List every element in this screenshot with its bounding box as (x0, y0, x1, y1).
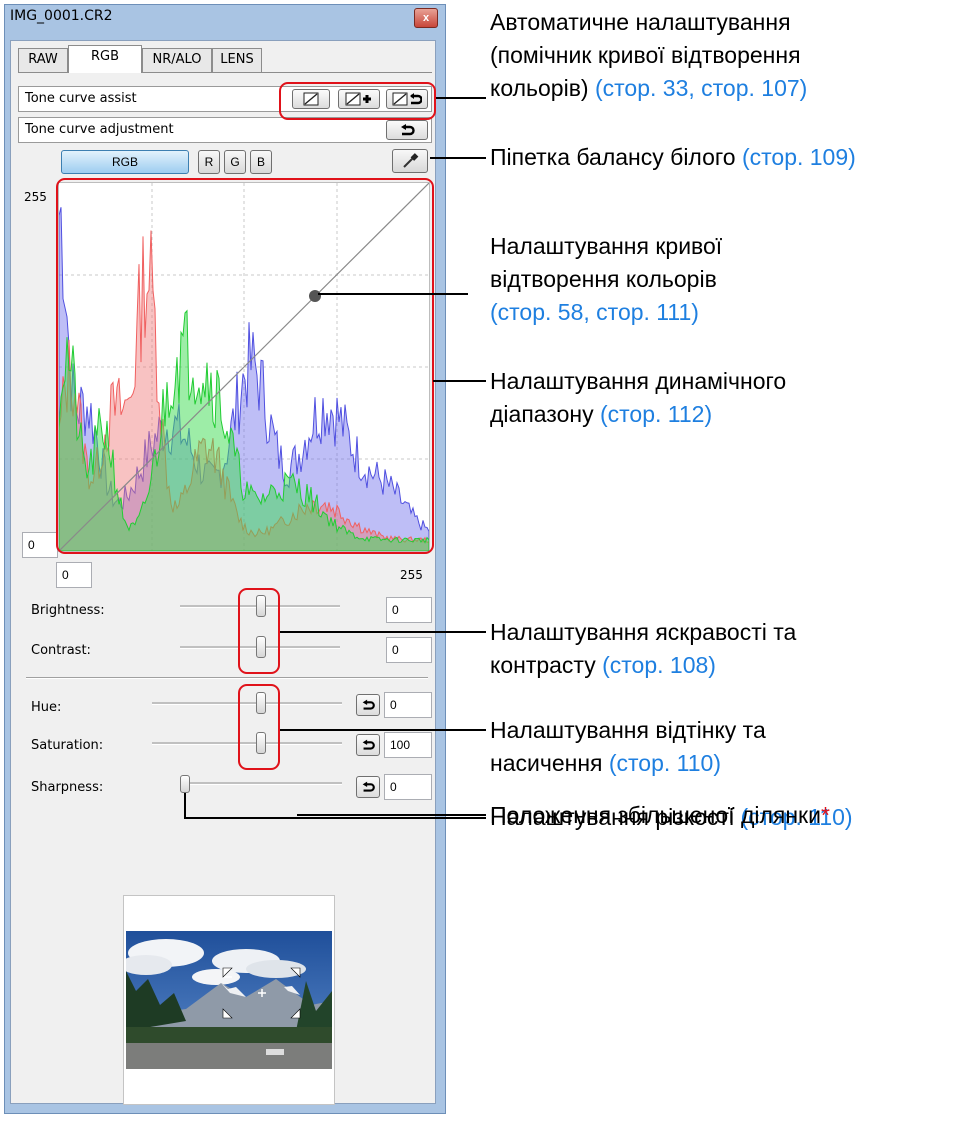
sharpness-reset-button[interactable] (356, 776, 380, 798)
brightness-value[interactable]: 0 (386, 597, 432, 623)
saturation-label: Saturation: (31, 738, 104, 753)
undo-icon (362, 699, 375, 710)
graph-y-max: 255 (24, 190, 47, 204)
annotation-tone-curve: Налаштування кривої відтворення кольорів… (490, 230, 722, 329)
leader-magnified (297, 814, 486, 816)
annotation-white-balance-text: Піпетка балансу білого (490, 144, 742, 170)
annotation-white-balance-link[interactable]: (стор. 109) (742, 144, 856, 170)
leader-brightness (280, 631, 486, 633)
leader-dynamic-range (433, 380, 486, 382)
undo-icon (401, 124, 415, 136)
hue-reset-button[interactable] (356, 694, 380, 716)
eyedropper-button[interactable] (392, 149, 428, 173)
annotation-white-balance: Піпетка балансу білого (стор. 109) (490, 141, 856, 174)
tone-curve-adjustment-label: Tone curve adjustment (25, 122, 174, 137)
hue-value[interactable]: 0 (384, 692, 432, 718)
sharpness-value[interactable]: 0 (384, 774, 432, 800)
saturation-value[interactable]: 100 (384, 732, 432, 758)
tab-raw[interactable]: RAW (18, 48, 68, 72)
window-title: IMG_0001.CR2 (10, 8, 113, 24)
tab-nr-alo[interactable]: NR/ALO (142, 48, 212, 72)
annotation-hue-saturation: Налаштування відтінку та насичення (стор… (490, 714, 766, 780)
annotation-curve-assist: Автоматичне налаштування (помічник криво… (490, 6, 807, 105)
landscape-image (126, 931, 332, 1069)
graph-x-max: 255 (400, 568, 423, 582)
leader-curve-assist (436, 97, 486, 99)
sharpness-label: Sharpness: (31, 780, 104, 795)
graph-x-min[interactable]: 0 (56, 562, 92, 588)
annotation-magnified-area-star: * (820, 802, 830, 828)
tab-rgb[interactable]: RGB (68, 45, 142, 73)
leader-sharpness-v (184, 793, 186, 818)
undo-icon (362, 781, 375, 792)
annotation-magnified-area: Положення збільшеної ділянки* (490, 799, 830, 832)
tone-curve-reset-button[interactable] (386, 120, 428, 140)
channel-r-button[interactable]: R (198, 150, 220, 174)
annotation-hue-saturation-link[interactable]: (стор. 110) (609, 750, 721, 776)
saturation-reset-button[interactable] (356, 734, 380, 756)
highlight-brightness-contrast (238, 588, 280, 674)
highlight-curve-graph (56, 178, 434, 554)
close-button[interactable]: x (414, 8, 438, 28)
annotation-brightness-contrast: Налаштування яскравості та контрасту (ст… (490, 616, 796, 682)
navigator-thumbnail[interactable] (126, 931, 332, 1069)
annotation-brightness-contrast-link[interactable]: (стор. 108) (602, 652, 716, 678)
tone-curve-adjustment-row: Tone curve adjustment (18, 117, 432, 143)
contrast-label: Contrast: (31, 643, 91, 658)
graph-y-min[interactable]: 0 (22, 532, 58, 558)
eyedropper-icon (403, 153, 419, 168)
sharpness-track[interactable] (180, 782, 342, 785)
annotation-dynamic-range-link[interactable]: (стор. 112) (600, 401, 712, 427)
leader-sharpness-h (184, 817, 486, 819)
annotation-dynamic-range: Налаштування динамічного діапазону (стор… (490, 365, 786, 431)
annotation-magnified-area-text: Положення збільшеної ділянки (490, 802, 821, 828)
slider-separator (26, 677, 428, 679)
leader-white-balance (430, 157, 486, 159)
annotation-curve-assist-link[interactable]: (стор. 33, стор. 107) (595, 75, 807, 101)
highlight-hue-saturation (238, 684, 280, 770)
sharpness-thumb[interactable] (180, 775, 190, 793)
annotation-tone-curve-text: Налаштування кривої відтворення кольорів (490, 233, 723, 292)
channel-b-button[interactable]: B (250, 150, 272, 174)
hue-label: Hue: (31, 700, 62, 715)
contrast-value[interactable]: 0 (386, 637, 432, 663)
leader-hue (280, 729, 486, 731)
brightness-label: Brightness: (31, 603, 105, 618)
channel-g-button[interactable]: G (224, 150, 246, 174)
annotation-tone-curve-link[interactable]: (стор. 58, стор. 111) (490, 299, 699, 325)
highlight-curve-assist (279, 82, 436, 120)
undo-icon (362, 739, 375, 750)
leader-tone-curve-h (318, 293, 468, 295)
tone-curve-assist-label: Tone curve assist (25, 91, 137, 106)
channel-rgb-button[interactable]: RGB (61, 150, 189, 174)
tab-lens[interactable]: LENS (212, 48, 262, 72)
